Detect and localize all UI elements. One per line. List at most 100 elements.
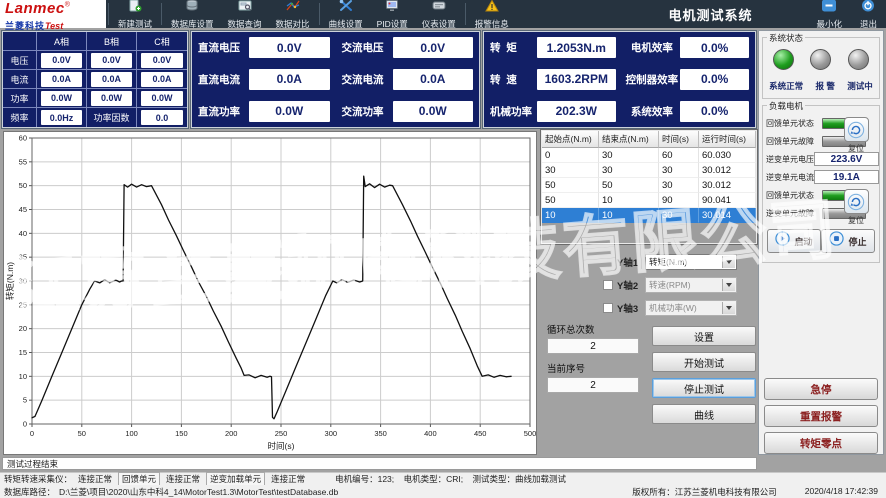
data-query-button[interactable]: 数据查询	[221, 0, 269, 28]
dc-ac-measure-panel: 直流电压 0.0V 交流电压 0.0V 直流电流 0.0A 交流电流 0.0A …	[191, 31, 480, 128]
table-row[interactable]: 30303030.012	[542, 163, 756, 178]
datetime-text: 2020/4/18 17:42:39	[805, 486, 878, 498]
data-compare-button[interactable]: 数据对比	[269, 0, 317, 28]
y2-axis-dropdown[interactable]: 转速(RPM)	[645, 277, 737, 293]
steps-col-header: 运行时间(s)	[699, 131, 756, 148]
connection-status: 连接正常	[78, 473, 112, 485]
phase-voltage-c: 0.0V	[141, 53, 183, 68]
chevron-down-icon	[722, 279, 735, 291]
y3-axis-dropdown[interactable]: 机械功率(W)	[645, 300, 737, 316]
phase-current-c: 0.0A	[141, 72, 183, 87]
chevron-down-icon	[722, 256, 735, 268]
curve-settings-button[interactable]: 曲线设置	[322, 0, 370, 28]
phase-measure-panel: A相 B相 C相 电压 0.0V 0.0V 0.0V 电流 0.0A 0.0A …	[2, 31, 188, 128]
speed-value: 1603.2RPM	[537, 69, 615, 90]
stop-motor-label: 停止	[848, 235, 866, 248]
exit-icon	[861, 0, 875, 17]
system-efficiency-label: 系统效率	[624, 104, 681, 119]
lanmec-logo: Lanmec® 兰菱科技Test	[0, 0, 106, 28]
dc-voltage-value: 0.0V	[249, 37, 329, 58]
stop-test-button[interactable]: 停止测试	[652, 378, 756, 398]
exit-button[interactable]: 退出	[851, 0, 886, 28]
emergency-stop-button[interactable]: 急停	[764, 378, 878, 400]
start-motor-label: 启动	[794, 235, 812, 248]
steps-col-header: 时间(s)	[659, 131, 699, 148]
reset-alarm-button[interactable]: 重置报警	[764, 405, 878, 427]
steps-header-row: 起始点(N.m) 结束点(N.m) 时间(s) 运行时间(s)	[542, 131, 756, 148]
svg-text:25: 25	[19, 300, 27, 309]
title-bar: Lanmec® 兰菱科技Test 新建测试 数据库设置 数据查询 数据对比 曲线…	[0, 0, 886, 28]
toolbar-button-label: 数据查询	[228, 18, 262, 30]
y1-axis-dropdown[interactable]: 转矩(N.m)	[645, 254, 737, 270]
meter-settings-button[interactable]: 仪表设置	[415, 0, 463, 28]
toolbar-separator	[108, 3, 109, 25]
torque-time-chart: 0510152025303540455055600501001502002503…	[3, 131, 537, 455]
minimize-button[interactable]: 最小化	[807, 0, 851, 28]
current-index-label: 当前序号	[547, 361, 642, 375]
ac-power-label: 交流功率	[342, 104, 393, 119]
svg-text:250: 250	[275, 429, 288, 438]
phase-power-c: 0.0W	[141, 91, 183, 106]
phase-current-a: 0.0A	[41, 72, 82, 87]
y3-axis-checkbox[interactable]	[603, 303, 613, 313]
power-factor-label: 功率因数	[87, 108, 137, 127]
toolbar-button-label: 仪表设置	[422, 18, 456, 30]
setup-button[interactable]: 设置	[652, 326, 756, 346]
svg-text:100: 100	[125, 429, 138, 438]
safety-buttons: 急停 重置报警 转矩零点	[764, 378, 878, 459]
system-efficiency-value: 0.0%	[680, 101, 749, 122]
alarm-info-button[interactable]: 报警信息	[468, 0, 516, 28]
pid-settings-button[interactable]: PID设置	[370, 0, 415, 28]
testing-label: 测试中	[847, 80, 873, 92]
inverter-voltage-label: 逆变单元电压	[766, 154, 814, 165]
database-settings-button[interactable]: 数据库设置	[164, 0, 221, 28]
y2-axis-checkbox[interactable]	[603, 280, 613, 290]
table-row-selected[interactable]: 10103030.014	[542, 208, 756, 223]
svg-text:0: 0	[23, 420, 27, 429]
torque-value: 1.2053N.m	[537, 37, 615, 58]
controller-efficiency-value: 0.0%	[680, 69, 749, 90]
ac-power-value: 0.0W	[393, 101, 473, 122]
test-action-buttons: 设置 开始测试 停止测试 曲线	[652, 326, 756, 430]
y3-axis-label: Y轴3	[617, 301, 645, 315]
dc-voltage-label: 直流电压	[198, 40, 249, 55]
phase-row-label: 功率	[3, 89, 37, 108]
toolbar-button-label: PID设置	[377, 18, 408, 30]
device-label: 转矩转速采集仪：	[4, 473, 72, 485]
system-status-group: 系统状态 系统正常 报 警 测试中	[762, 37, 880, 99]
meter-settings-icon	[432, 0, 446, 17]
torque-zero-button[interactable]: 转矩零点	[764, 432, 878, 454]
testing-led	[848, 49, 869, 70]
controller-efficiency-label: 控制器效率	[624, 72, 681, 87]
reset-button-2[interactable]: 复位	[837, 189, 875, 226]
copyright-text: 版权所有：江苏兰菱机电科技有限公司	[632, 486, 777, 498]
inverter-load-unit-badge: 逆变加载单元	[206, 472, 265, 486]
chart-plot-area: 0510152025303540455055600501001502002503…	[4, 132, 536, 459]
axis-selector-panel: Y轴1 转矩(N.m) Y轴2 转速(RPM) Y轴3 机械功率(W)	[541, 253, 757, 322]
new-test-button[interactable]: 新建测试	[111, 0, 159, 28]
table-row[interactable]: 50109090.041	[542, 193, 756, 208]
brand-text: Lanmec	[5, 0, 65, 17]
cycle-total-field[interactable]: 2	[547, 338, 639, 354]
start-test-button[interactable]: 开始测试	[652, 352, 756, 372]
phase-col-header: B相	[87, 32, 137, 51]
alarm-led	[810, 49, 831, 70]
table-row[interactable]: 0306060.030	[542, 148, 756, 163]
start-motor-button[interactable]: 启动	[767, 229, 821, 253]
table-row[interactable]: 50503030.012	[542, 178, 756, 193]
dc-power-value: 0.0W	[249, 101, 329, 122]
refresh-icon	[844, 117, 869, 142]
current-index-field[interactable]: 2	[547, 377, 639, 393]
database-settings-icon	[185, 0, 199, 17]
stop-motor-button[interactable]: 停止	[821, 229, 875, 253]
db-path-value: D:\兰菱\项目\2020\山东中科4_14\MotorTest1.3\Moto…	[59, 486, 338, 498]
system-ok-label: 系统正常	[769, 80, 803, 92]
svg-text:0: 0	[30, 429, 34, 438]
brand-en-text: Test	[45, 21, 63, 31]
curve-button[interactable]: 曲线	[652, 404, 756, 424]
svg-text:10: 10	[19, 372, 27, 381]
torque-label: 转 矩	[490, 40, 537, 55]
motor-info: 电机编号：123; 电机类型：CRI; 测试类型：曲线加载测试	[335, 473, 566, 485]
chevron-down-icon	[722, 302, 735, 314]
reset-button-1[interactable]: 复位	[837, 117, 875, 154]
